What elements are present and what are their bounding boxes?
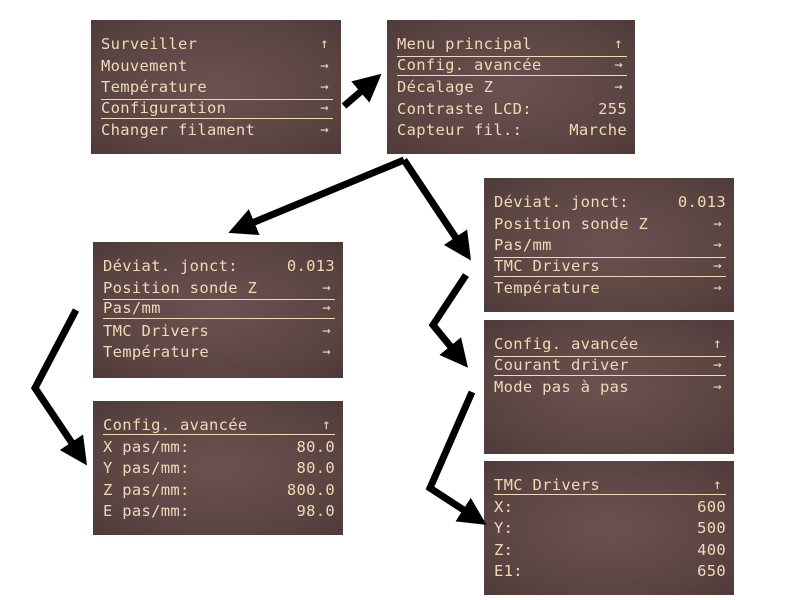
navigation-arrows [30,73,487,525]
arrow-config-to-advanced-a [228,156,406,236]
arrow-main-to-config [341,73,382,109]
arrow-config-to-advanced-b [401,158,471,261]
arrow-advanced-a-to-steps [30,308,88,466]
arrow-advanced-b-to-tmc [428,273,469,368]
arrow-tmc-to-current [425,390,487,525]
